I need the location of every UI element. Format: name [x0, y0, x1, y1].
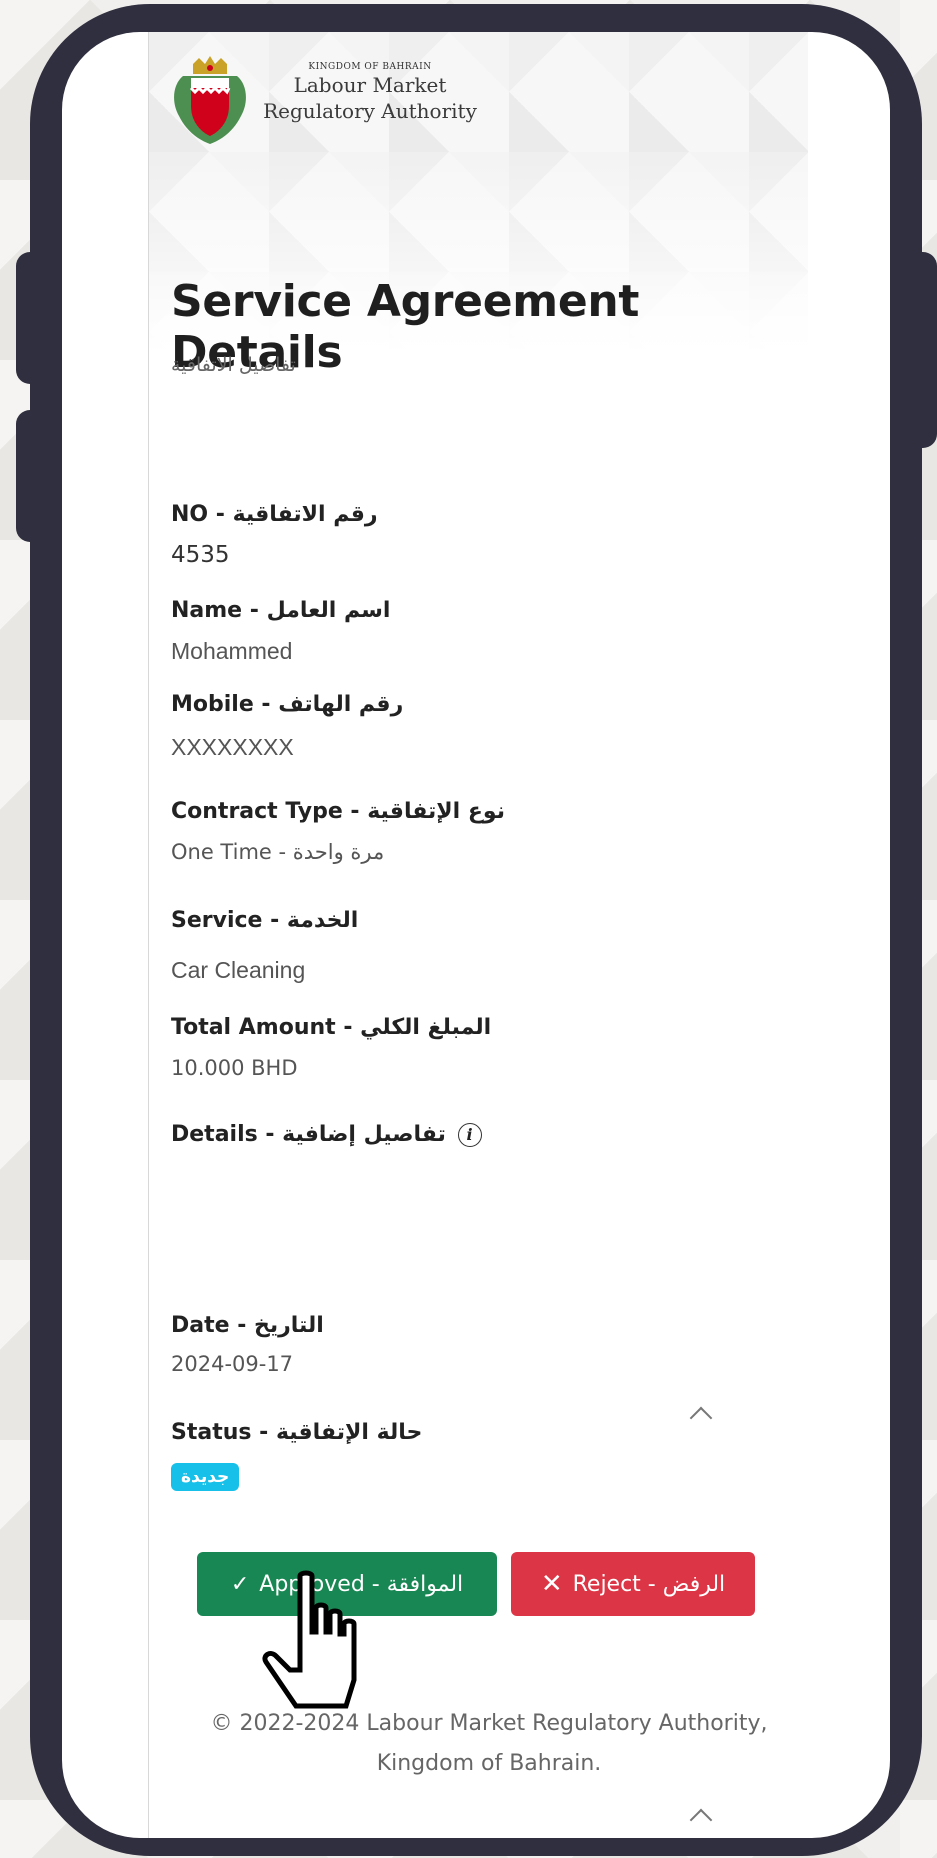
- check-icon: ✓: [230, 1571, 250, 1597]
- chevron-up-icon[interactable]: [689, 1406, 713, 1430]
- total-amount-label: Total Amount - المبلغ الكلي: [171, 1015, 492, 1040]
- mobile-value: XXXXXXXX: [171, 734, 294, 760]
- lmra-logo: KINGDOM OF BAHRAIN Labour Market Regulat…: [169, 54, 477, 154]
- page-subtitle: تفاصيل الاتفاقية: [171, 354, 296, 376]
- logo-line-labour: Labour Market: [293, 73, 447, 97]
- info-icon[interactable]: i: [457, 1123, 482, 1147]
- reject-button-label: Reject - الرفض: [572, 1571, 726, 1597]
- mobile-label: Mobile - رقم الهاتف: [171, 692, 404, 717]
- date-value: 2024-09-17: [171, 1352, 294, 1376]
- hand-pointer-icon: [262, 1570, 357, 1709]
- worker-name-label: Name - اسم العامل: [171, 598, 391, 623]
- status-label: Status - حالة الإتفاقية: [171, 1420, 423, 1445]
- logo-text: KINGDOM OF BAHRAIN Labour Market Regulat…: [259, 62, 481, 124]
- x-icon: ✕: [540, 1569, 563, 1599]
- details-label: Details - تفاصيل إضافية i: [171, 1122, 482, 1147]
- details-label-text: Details - تفاصيل إضافية: [171, 1122, 446, 1147]
- footer-country: Kingdom of Bahrain.: [376, 1751, 602, 1776]
- page-content: KINGDOM OF BAHRAIN Labour Market Regulat…: [148, 32, 808, 1838]
- agreement-number-label: NO - رقم الاتفاقية: [171, 502, 378, 527]
- service-value: Car Cleaning: [171, 957, 306, 983]
- contract-type-label: Contract Type - نوع الإتفاقية: [171, 799, 505, 824]
- worker-name-value: Mohammed: [171, 638, 293, 664]
- chevron-up-icon[interactable]: [689, 1808, 713, 1832]
- status-badge: جديدة: [171, 1463, 240, 1491]
- service-label: Service - الخدمة: [171, 908, 359, 933]
- bahrain-crest-icon: [174, 56, 246, 144]
- phone-screen: KINGDOM OF BAHRAIN Labour Market Regulat…: [62, 32, 890, 1838]
- contract-type-value: One Time - مرة واحدة: [171, 840, 385, 864]
- date-label: Date - التاريخ: [171, 1313, 324, 1338]
- total-amount-value: 10.000 BHD: [171, 1056, 298, 1080]
- logo-line-regulatory: Regulatory Authority: [263, 99, 477, 123]
- logo-kingdom: KINGDOM OF BAHRAIN: [308, 62, 432, 72]
- agreement-number-value: 4535: [171, 542, 230, 568]
- reject-button[interactable]: ✕ Reject - الرفض: [511, 1552, 755, 1616]
